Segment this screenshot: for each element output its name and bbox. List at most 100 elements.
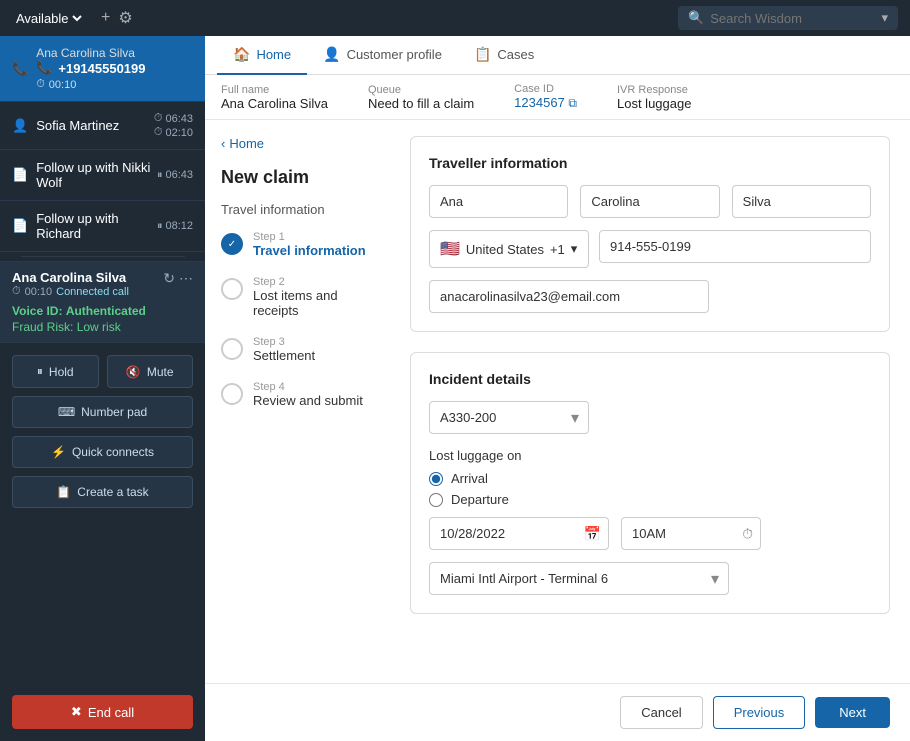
- case-id-value: 1234567 ⧉: [514, 95, 577, 111]
- call-info-sofia: Sofia Martinez: [36, 118, 154, 133]
- airport-select[interactable]: Miami Intl Airport - Terminal 6: [429, 562, 729, 595]
- step-1-circle: ✓: [221, 233, 243, 255]
- next-button[interactable]: Next: [815, 697, 890, 728]
- top-bar-actions: + ⚙: [101, 8, 133, 28]
- status-dropdown[interactable]: Available Busy Away: [12, 10, 85, 27]
- clock-icon-2: ⏱: [154, 126, 163, 139]
- call-controls: ⏸ Hold 🔇 Mute ⌨ Number pad ⚡ Quick conne…: [0, 343, 205, 520]
- case-id-link[interactable]: 1234567: [514, 95, 565, 110]
- step-3: Step 3 Settlement: [221, 336, 374, 363]
- lost-luggage-label: Lost luggage on: [429, 448, 871, 463]
- hold-button[interactable]: ⏸ Hold: [12, 355, 99, 388]
- tab-customer-profile[interactable]: 👤 Customer profile: [307, 36, 458, 75]
- departure-label: Departure: [451, 492, 509, 507]
- call-timer: ⏱ 00:10: [36, 78, 193, 91]
- refresh-icon[interactable]: ↻: [163, 270, 175, 287]
- back-chevron-icon: ‹: [221, 136, 225, 151]
- tabs-bar: 🏠 Home 👤 Customer profile 📋 Cases: [205, 36, 910, 75]
- traveller-card-title: Traveller information: [429, 155, 871, 171]
- email-input[interactable]: [429, 280, 709, 313]
- step-2-text: Step 2 Lost items and receipts: [253, 276, 374, 318]
- hold-icon: ⏸: [37, 364, 43, 379]
- last-name-input[interactable]: [732, 185, 871, 218]
- content-area: ‹ Home New claim Travel information ✓ St…: [205, 120, 910, 683]
- active-call-item[interactable]: 📞 Ana Carolina Silva 📞 +19145550199 ⏱ 00…: [0, 36, 205, 102]
- pause-icon-2: ⏸: [157, 220, 163, 233]
- time-field: ⏱: [621, 517, 761, 550]
- top-bar: Available Busy Away + ⚙ 🔍 ▾: [0, 0, 910, 36]
- step-2-circle: [221, 278, 243, 300]
- profile-tab-icon: 👤: [323, 46, 340, 63]
- country-name: United States: [466, 242, 544, 257]
- clock-icon: ⏱: [36, 78, 45, 91]
- form-footer: Cancel Previous Next: [205, 683, 910, 741]
- search-bar[interactable]: 🔍 ▾: [678, 6, 898, 30]
- first-name-input[interactable]: [429, 185, 568, 218]
- step-4-text: Step 4 Review and submit: [253, 381, 363, 408]
- task-icon: 📋: [56, 485, 71, 499]
- arrival-label: Arrival: [451, 471, 488, 486]
- more-options-icon[interactable]: ⋯: [179, 270, 193, 287]
- call-info-richard: Follow up with Richard: [36, 211, 157, 241]
- search-dropdown-icon[interactable]: ▾: [881, 10, 888, 26]
- numpad-icon: ⌨: [58, 405, 75, 419]
- arrival-radio[interactable]: [429, 472, 443, 486]
- middle-name-field: [580, 185, 719, 218]
- search-input[interactable]: [710, 11, 875, 26]
- aircraft-row: A330-200: [429, 401, 871, 434]
- email-field: [429, 280, 709, 313]
- cancel-button[interactable]: Cancel: [620, 696, 702, 729]
- add-icon[interactable]: +: [101, 9, 110, 27]
- number-pad-button[interactable]: ⌨ Number pad: [12, 396, 193, 428]
- create-task-button[interactable]: 📋 Create a task: [12, 476, 193, 508]
- end-call-icon: ✖: [71, 704, 82, 720]
- date-time-row: 📅 ⏱: [429, 517, 871, 550]
- phone-row: 🇺🇸 United States +1 ▾: [429, 230, 871, 268]
- quick-connects-button[interactable]: ⚡ Quick connects: [12, 436, 193, 468]
- departure-option[interactable]: Departure: [429, 492, 871, 507]
- ivr-field: IVR Response Lost luggage: [617, 84, 691, 111]
- call-item-richard[interactable]: 📄 Follow up with Richard ⏸ 08:12: [0, 201, 205, 252]
- step-4: Step 4 Review and submit: [221, 381, 374, 408]
- settings-icon[interactable]: ⚙: [118, 8, 132, 28]
- contact-icon: 👤: [12, 118, 28, 134]
- end-call-button[interactable]: ✖ End call: [12, 695, 193, 729]
- back-link[interactable]: ‹ Home: [221, 136, 374, 151]
- time-input[interactable]: [621, 517, 761, 550]
- tab-cases[interactable]: 📋 Cases: [458, 36, 550, 75]
- status-selector[interactable]: Available Busy Away: [12, 10, 85, 27]
- voice-id-row: Voice ID: Authenticated: [12, 304, 193, 318]
- last-name-field: [732, 185, 871, 218]
- call-times-sofia: ⏱ 06:43 ⏱ 02:10: [154, 112, 193, 139]
- phone-icon: 📞: [12, 61, 28, 77]
- previous-button[interactable]: Previous: [713, 696, 806, 729]
- step-4-circle: [221, 383, 243, 405]
- call-item-nikki[interactable]: 📄 Follow up with Nikki Wolf ⏸ 06:43: [0, 150, 205, 201]
- page-title: New claim: [221, 167, 374, 188]
- queue-field: Queue Need to fill a claim: [368, 84, 474, 111]
- tab-home[interactable]: 🏠 Home: [217, 36, 307, 75]
- end-call-area: ✖ End call: [0, 683, 205, 741]
- full-name-field: Full name Ana Carolina Silva: [221, 84, 328, 111]
- main-layout: 📞 Ana Carolina Silva 📞 +19145550199 ⏱ 00…: [0, 36, 910, 741]
- aircraft-select[interactable]: A330-200: [429, 401, 589, 434]
- step-1: ✓ Step 1 Travel information: [221, 231, 374, 258]
- mute-button[interactable]: 🔇 Mute: [107, 355, 194, 388]
- case-id-field: Case ID 1234567 ⧉: [514, 83, 577, 111]
- agent-section: Ana Carolina Silva ⏱ 00:10 Connected cal…: [0, 261, 205, 343]
- full-name-label: Full name: [221, 84, 328, 96]
- departure-radio[interactable]: [429, 493, 443, 507]
- form-area: Traveller information: [390, 120, 910, 683]
- call-item-sofia[interactable]: 👤 Sofia Martinez ⏱ 06:43 ⏱ 02:10: [0, 102, 205, 150]
- date-input[interactable]: [429, 517, 609, 550]
- phone-input[interactable]: [599, 230, 871, 263]
- phone-icon2: 📞: [36, 60, 52, 76]
- country-select[interactable]: 🇺🇸 United States +1 ▾: [429, 230, 589, 268]
- copy-icon[interactable]: ⧉: [568, 96, 577, 110]
- active-phone-number: 📞 +19145550199: [36, 60, 193, 76]
- arrival-option[interactable]: Arrival: [429, 471, 871, 486]
- info-bar: Full name Ana Carolina Silva Queue Need …: [205, 75, 910, 120]
- document-icon-2: 📄: [12, 218, 28, 234]
- country-code: +1: [550, 242, 565, 257]
- middle-name-input[interactable]: [580, 185, 719, 218]
